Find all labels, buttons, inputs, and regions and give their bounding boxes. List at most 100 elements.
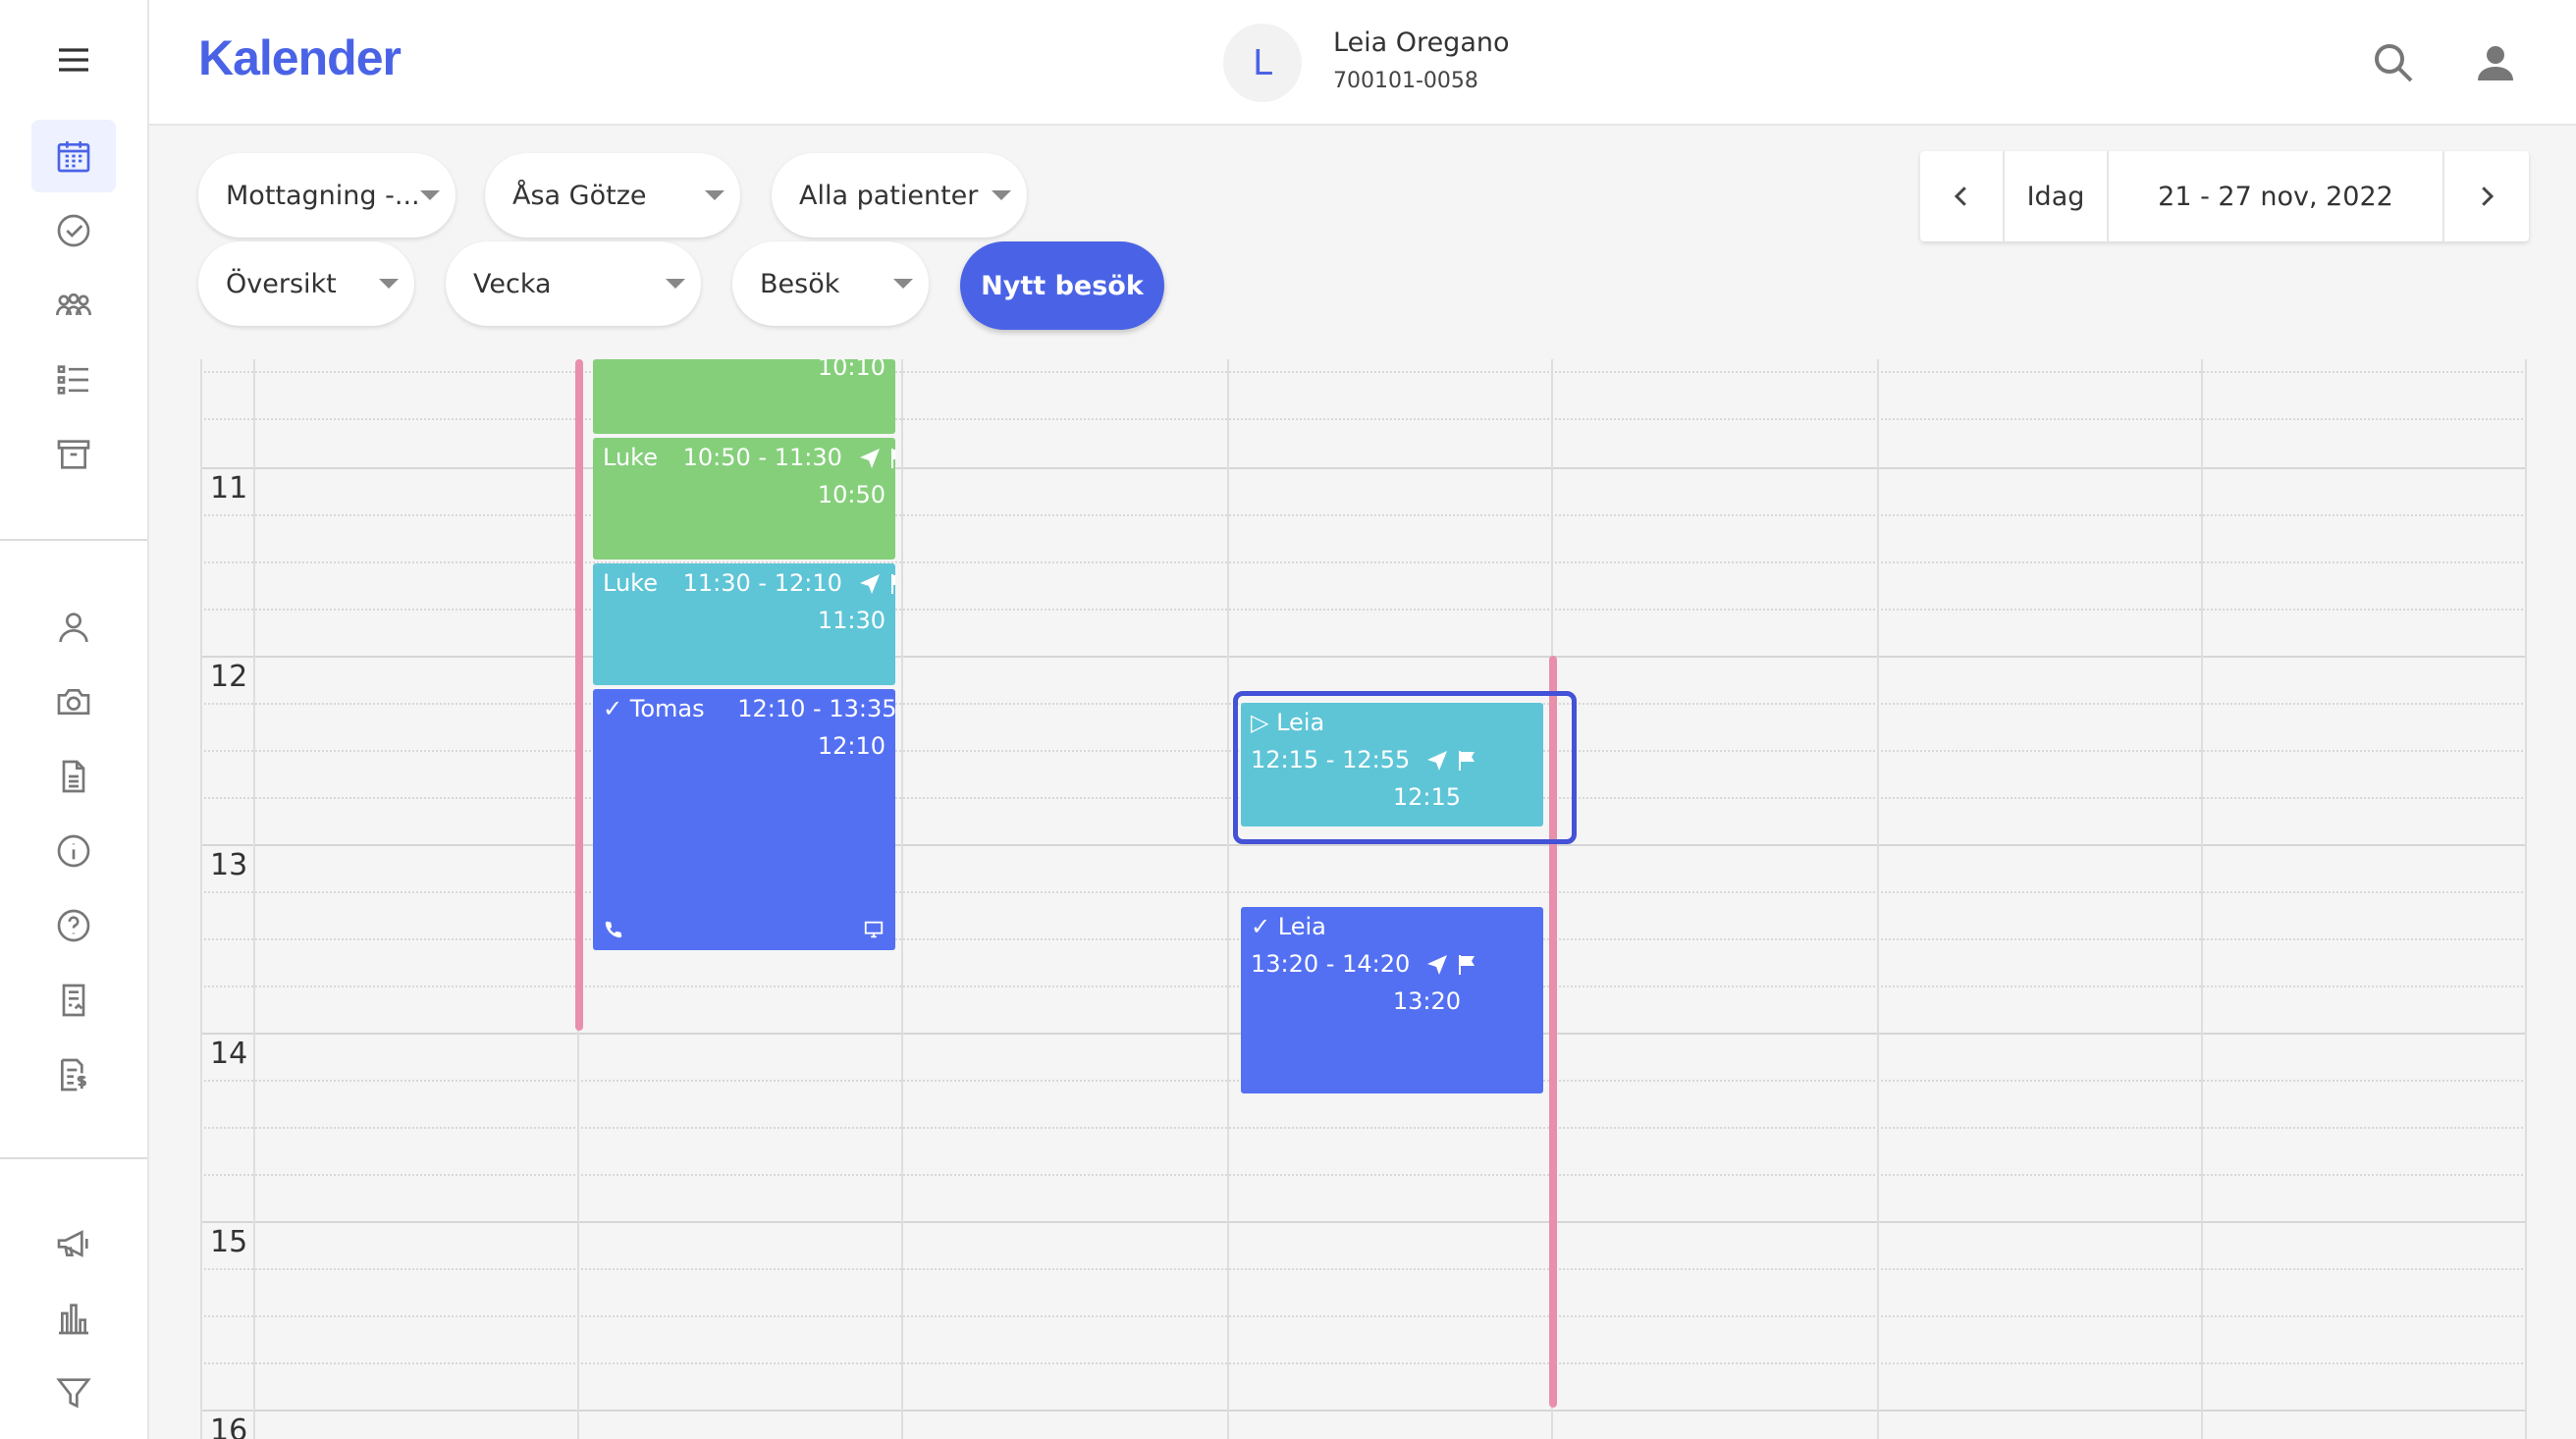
availability-line <box>575 359 583 1031</box>
grid-line <box>200 1268 2527 1270</box>
event-time-range: 11:30 - 12:10 <box>682 569 842 597</box>
send-icon <box>1426 955 1447 975</box>
flag-icon <box>890 449 895 468</box>
event-time-range: 12:10 - 13:35 <box>737 695 895 722</box>
type-select-value: Besök <box>760 268 840 299</box>
grid-line <box>200 1315 2527 1317</box>
view-select[interactable]: Översikt <box>198 241 414 326</box>
hour-label: 13 <box>210 848 248 882</box>
reception-select-value: Mottagning -... <box>226 180 420 211</box>
hour-label: 11 <box>210 471 248 506</box>
grid-line <box>200 1127 2527 1129</box>
archive-icon[interactable] <box>31 418 116 491</box>
chevron-down-icon <box>666 279 685 289</box>
event-start-time: 13:20 <box>1392 987 1461 1015</box>
patient-name: Leia Oregano <box>1333 27 1510 58</box>
date-navigator: Idag 21 - 27 nov, 2022 <box>1920 151 2529 241</box>
hour-label: 16 <box>210 1413 248 1439</box>
phone-icon <box>605 921 622 938</box>
day-column-divider <box>2201 359 2203 1439</box>
event-patient-name: Luke <box>603 569 658 597</box>
date-range[interactable]: 21 - 27 nov, 2022 <box>2109 151 2444 241</box>
hour-label: 15 <box>210 1225 248 1259</box>
chevron-down-icon <box>893 279 913 289</box>
practitioner-select[interactable]: Åsa Götze <box>485 153 740 238</box>
grid-line <box>200 609 2527 611</box>
event-time-range: 10:50 - 11:30 <box>682 444 842 471</box>
group-icon[interactable] <box>31 269 116 342</box>
form-icon[interactable] <box>31 964 116 1037</box>
appointment-event[interactable]: ✓ Leia 13:20 - 14:20 13:20 <box>1241 907 1543 1093</box>
selection-outline <box>1233 691 1577 844</box>
view-select-value: Översikt <box>226 268 337 299</box>
reception-select[interactable]: Mottagning -... <box>198 153 456 238</box>
event-time-range: 13:20 - 14:20 <box>1251 950 1411 978</box>
new-visit-button[interactable]: Nytt besök <box>960 241 1164 330</box>
grid-line <box>200 656 2527 658</box>
patients-select-value: Alla patienter <box>799 180 979 211</box>
period-select[interactable]: Vecka <box>446 241 701 326</box>
send-icon <box>859 449 880 468</box>
type-select[interactable]: Besök <box>732 241 929 326</box>
event-start-time: 10:10 <box>817 359 886 381</box>
grid-line <box>200 359 202 1439</box>
hour-label: 14 <box>210 1037 248 1071</box>
patient-id: 700101-0058 <box>1333 69 1478 93</box>
person-icon[interactable] <box>31 591 116 664</box>
filter-icon[interactable] <box>31 1357 116 1429</box>
practitioner-select-value: Åsa Götze <box>512 180 647 211</box>
previous-week-button[interactable] <box>1920 151 2005 241</box>
chevron-down-icon <box>992 190 1011 200</box>
sidebar-divider <box>0 539 147 541</box>
chevron-left-icon <box>1954 187 1966 206</box>
megaphone-icon[interactable] <box>31 1207 116 1280</box>
grid-line <box>200 514 2527 516</box>
search-icon[interactable] <box>2366 35 2421 90</box>
calendar-icon[interactable] <box>31 120 116 192</box>
menu-icon[interactable] <box>31 24 116 96</box>
grid-line <box>200 1362 2527 1364</box>
camera-icon[interactable] <box>31 666 116 738</box>
grid-line <box>200 561 2527 563</box>
event-start-time: 12:10 <box>817 732 886 760</box>
sidebar <box>0 0 149 1439</box>
page-title: Kalender <box>198 30 402 85</box>
day-column-divider <box>1877 359 1879 1439</box>
appointment-event[interactable]: 10:10 <box>593 359 895 434</box>
event-start-time: 11:30 <box>817 607 886 634</box>
sidebar-divider <box>0 1157 147 1159</box>
patient-avatar[interactable]: L <box>1223 24 1302 102</box>
today-button[interactable]: Idag <box>2005 151 2109 241</box>
grid-line <box>253 359 255 1439</box>
grid-line <box>200 371 2527 373</box>
grid-line <box>200 1410 2527 1412</box>
info-icon[interactable] <box>31 815 116 887</box>
patients-select[interactable]: Alla patienter <box>772 153 1027 238</box>
list-icon[interactable] <box>31 344 116 416</box>
chevron-down-icon <box>705 190 724 200</box>
grid-line <box>200 891 2527 893</box>
document-icon[interactable] <box>31 740 116 813</box>
appointment-event[interactable]: ✓ Tomas 12:10 - 13:35 12:10 <box>593 689 895 950</box>
event-patient-name: ✓ Tomas <box>603 695 705 722</box>
bar-chart-icon[interactable] <box>31 1282 116 1355</box>
help-icon[interactable] <box>31 889 116 962</box>
account-icon[interactable] <box>2468 35 2523 90</box>
flag-icon <box>1458 955 1475 975</box>
grid-line <box>200 1221 2527 1223</box>
appointment-event[interactable]: Luke 11:30 - 12:10 11:30 <box>593 563 895 685</box>
grid-line <box>200 467 2527 469</box>
chevron-right-icon <box>2482 187 2495 206</box>
appointment-event[interactable]: Luke 10:50 - 11:30 10:50 <box>593 438 895 560</box>
check-circle-icon[interactable] <box>31 194 116 267</box>
invoice-icon[interactable] <box>31 1039 116 1111</box>
event-patient-name: ✓ Leia <box>1251 913 1326 940</box>
monitor-icon <box>864 921 884 938</box>
grid-line <box>200 418 2527 420</box>
event-patient-name: Luke <box>603 444 658 471</box>
calendar-grid[interactable]: 11 12 13 14 15 16 10:10 Luke 10:50 - 11:… <box>200 359 2527 1439</box>
period-select-value: Vecka <box>473 268 552 299</box>
chevron-down-icon <box>420 190 440 200</box>
next-week-button[interactable] <box>2444 151 2529 241</box>
event-start-time: 10:50 <box>817 481 886 508</box>
